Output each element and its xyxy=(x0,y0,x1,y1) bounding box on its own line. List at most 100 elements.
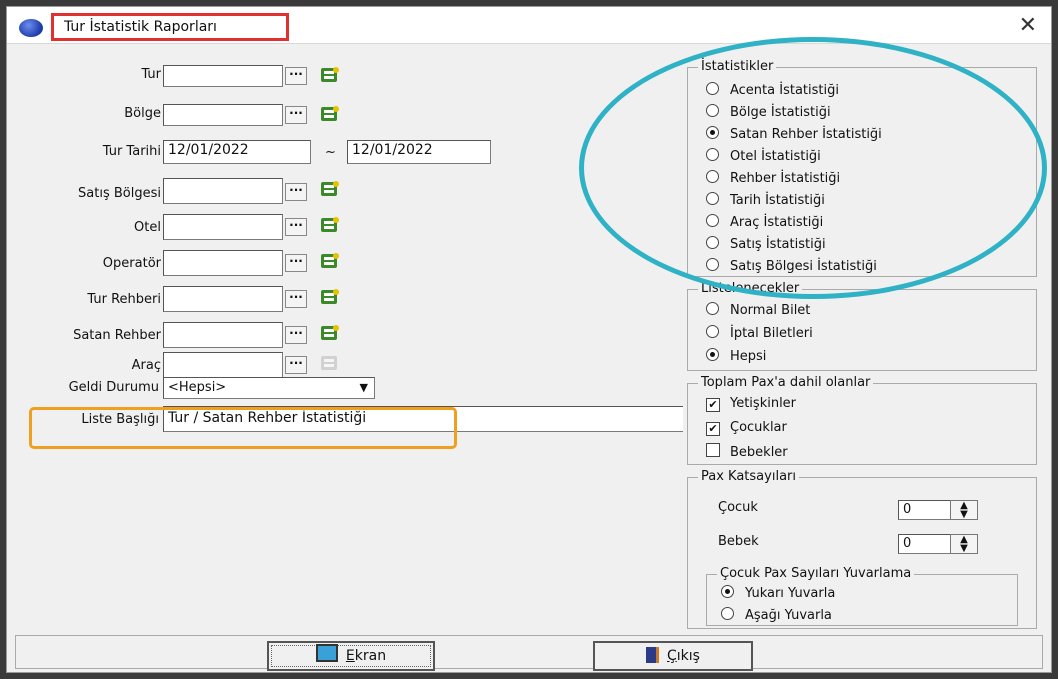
cocuk-input[interactable]: 0 xyxy=(898,500,954,520)
bolge-label: Bölge xyxy=(124,106,161,121)
cikis-label: ıkış xyxy=(676,648,700,664)
radio-selected-icon xyxy=(706,348,719,361)
radio-selected-icon xyxy=(721,585,734,598)
radio-satis[interactable]: Satış İstatistiği xyxy=(706,236,826,252)
option-label: Otel İstatistiği xyxy=(730,149,821,164)
listelenecekler-title: Listelenecekler xyxy=(698,281,803,296)
liste-basligi-field[interactable]: Tur / Satan Rehber İstatistiği xyxy=(163,406,683,432)
radio-satis-bolgesi[interactable]: Satış Bölgesi İstatistiği xyxy=(706,258,877,274)
arac-picker-icon xyxy=(321,356,337,370)
liste-basligi-value: Tur / Satan Rehber İstatistiği xyxy=(168,410,367,426)
radio-normal-bilet[interactable]: Normal Bilet xyxy=(706,302,810,318)
title-bar: Tur İstatistik Raporları ✕ xyxy=(7,7,1051,44)
bebek-label: Bebek xyxy=(718,534,759,549)
radio-icon xyxy=(706,148,719,161)
radio-icon xyxy=(706,82,719,95)
tur-field[interactable] xyxy=(163,65,283,87)
check-cocuklar[interactable]: ✔ Çocuklar xyxy=(706,420,787,436)
date-separator: ~ xyxy=(325,145,336,160)
radio-arac[interactable]: Araç İstatistiği xyxy=(706,214,823,230)
bolge-field[interactable] xyxy=(163,104,283,126)
option-label: Yetişkinler xyxy=(730,396,797,411)
operator-browse-button[interactable]: ··· xyxy=(285,254,307,272)
bebek-spinner[interactable]: ▲ ▼ xyxy=(950,534,978,554)
geldi-durumu-label: Geldi Durumu xyxy=(68,380,159,395)
radio-selected-icon xyxy=(706,126,719,139)
tur-rehberi-field[interactable] xyxy=(163,286,283,312)
cocuk-spinner[interactable]: ▲ ▼ xyxy=(950,500,978,520)
option-label: Bebekler xyxy=(730,445,788,460)
date-start-field[interactable]: 12/01/2022 xyxy=(163,140,311,164)
geldi-durumu-value: <Hepsi> xyxy=(168,380,227,395)
check-yetiskinler[interactable]: ✔ Yetişkinler xyxy=(706,396,796,412)
tur-rehberi-picker-icon[interactable] xyxy=(319,287,341,307)
spin-down-icon[interactable]: ▼ xyxy=(960,509,968,520)
radio-acenta[interactable]: Acenta İstatistiği xyxy=(706,82,839,98)
satan-rehber-picker-icon[interactable] xyxy=(319,323,341,343)
bottom-button-bar xyxy=(15,635,1043,669)
radio-yukari-yuvarla[interactable]: Yukarı Yuvarla xyxy=(721,585,835,601)
report-window: Tur İstatistik Raporları ✕ Tur ··· Bölge… xyxy=(6,6,1052,673)
yuvarlama-title: Çocuk Pax Sayıları Yuvarlama xyxy=(717,566,915,581)
close-icon[interactable]: ✕ xyxy=(1019,13,1037,38)
focus-ring xyxy=(271,645,431,667)
cikis-button[interactable]: Çıkış xyxy=(593,641,753,671)
option-label: Normal Bilet xyxy=(730,303,811,318)
chevron-down-icon[interactable]: ▼ xyxy=(360,381,368,394)
bolge-picker-icon[interactable] xyxy=(319,104,341,124)
radio-icon xyxy=(706,104,719,117)
otel-browse-button[interactable]: ··· xyxy=(285,218,307,236)
radio-hepsi[interactable]: Hepsi xyxy=(706,348,766,364)
radio-otel[interactable]: Otel İstatistiği xyxy=(706,148,821,164)
option-label: Hepsi xyxy=(730,349,767,364)
window-title: Tur İstatistik Raporları xyxy=(64,19,217,35)
bebek-input[interactable]: 0 xyxy=(898,534,954,554)
radio-icon xyxy=(706,214,719,227)
arac-field[interactable] xyxy=(163,352,283,378)
radio-tarih[interactable]: Tarih İstatistiği xyxy=(706,192,825,208)
tur-rehberi-browse-button[interactable]: ··· xyxy=(285,290,307,308)
radio-satan-rehber[interactable]: Satan Rehber İstatistiği xyxy=(706,126,882,142)
option-label: Satış Bölgesi İstatistiği xyxy=(730,259,877,274)
geldi-durumu-select[interactable]: <Hepsi> ▼ xyxy=(163,377,375,399)
check-bebekler[interactable]: Bebekler xyxy=(706,443,788,460)
radio-icon xyxy=(706,170,719,183)
cikis-accel: Ç xyxy=(667,648,677,664)
satis-bolgesi-field[interactable] xyxy=(163,178,283,204)
satis-bolgesi-picker-icon[interactable] xyxy=(319,179,341,199)
date-end-value: 12/01/2022 xyxy=(352,142,433,158)
operator-picker-icon[interactable] xyxy=(319,251,341,271)
otel-label: Otel xyxy=(134,220,161,235)
pax-katsayilari-group: Pax Katsayıları Çocuk 0 ▲ ▼ Bebek 0 ▲ ▼ Ço… xyxy=(687,469,1037,629)
spin-down-icon[interactable]: ▼ xyxy=(960,543,968,554)
option-label: Acenta İstatistiği xyxy=(730,83,839,98)
tur-browse-button[interactable]: ··· xyxy=(285,67,307,85)
satis-bolgesi-browse-button[interactable]: ··· xyxy=(285,183,307,201)
app-icon xyxy=(19,19,43,37)
otel-picker-icon[interactable] xyxy=(319,215,341,235)
satan-rehber-label: Satan Rehber xyxy=(73,328,161,343)
bolge-browse-button[interactable]: ··· xyxy=(285,106,307,124)
radio-bolge[interactable]: Bölge İstatistiği xyxy=(706,104,831,120)
exit-door-icon xyxy=(646,647,660,663)
satan-rehber-browse-button[interactable]: ··· xyxy=(285,326,307,344)
istatistikler-group: İstatistikler Acenta İstatistiği Bölge İ… xyxy=(687,59,1037,277)
radio-rehber[interactable]: Rehber İstatistiği xyxy=(706,170,840,186)
otel-field[interactable] xyxy=(163,214,283,240)
ekran-button[interactable]: Ekran xyxy=(267,641,435,671)
title-highlight: Tur İstatistik Raporları xyxy=(51,13,289,41)
monitor-icon xyxy=(315,644,338,662)
option-label: İptal Biletleri xyxy=(730,326,813,341)
operator-field[interactable] xyxy=(163,250,283,276)
arac-browse-button[interactable]: ··· xyxy=(285,356,307,374)
option-label: Tarih İstatistiği xyxy=(730,193,825,208)
tur-picker-icon[interactable] xyxy=(319,65,341,85)
listelenecekler-group: Listelenecekler Normal Bilet İptal Bilet… xyxy=(687,281,1037,371)
radio-iptal-biletleri[interactable]: İptal Biletleri xyxy=(706,325,813,341)
satan-rehber-field[interactable] xyxy=(163,322,283,348)
radio-icon xyxy=(706,236,719,249)
istatistikler-title: İstatistikler xyxy=(698,59,777,74)
date-end-field[interactable]: 12/01/2022 xyxy=(347,140,491,164)
radio-asagi-yuvarla[interactable]: Aşağı Yuvarla xyxy=(721,607,832,623)
checkbox-checked-icon: ✔ xyxy=(706,422,720,436)
